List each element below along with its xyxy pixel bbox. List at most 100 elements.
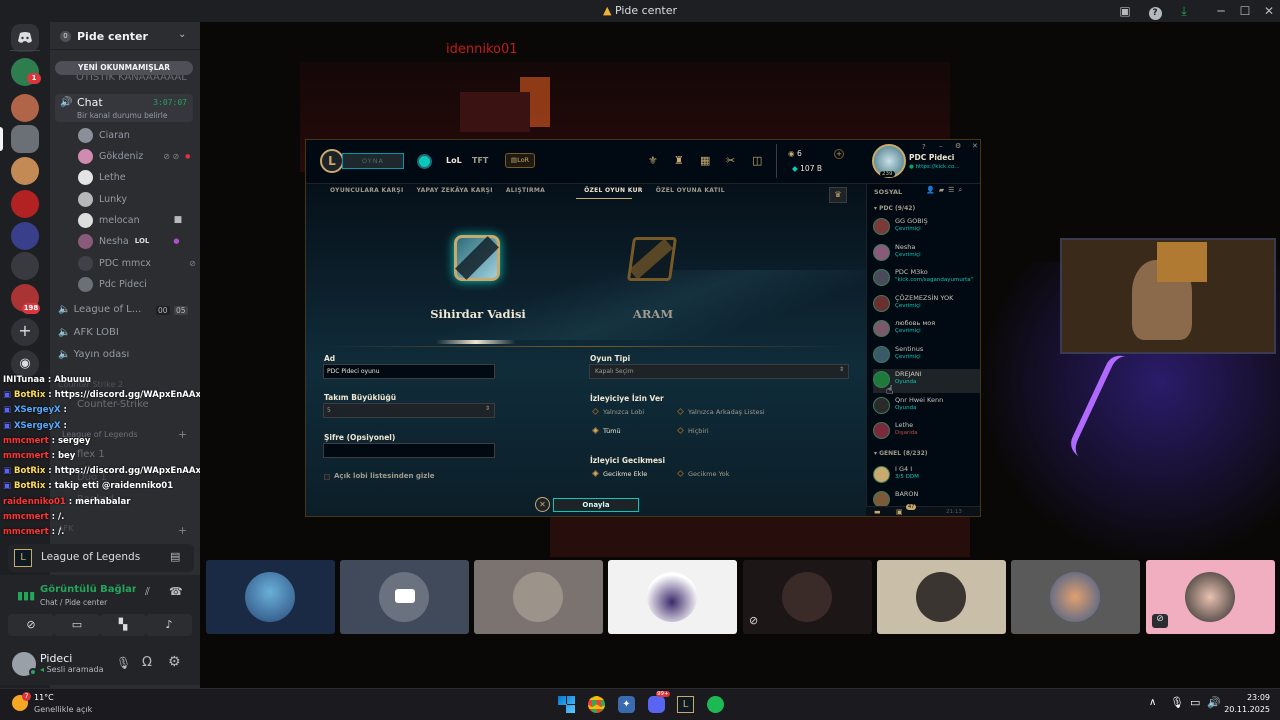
voice-member[interactable]: Gökdeniz ⊘ ⊘ ● bbox=[78, 147, 190, 165]
friend-item[interactable]: ÇÖZEMEZSİN YOK Çevrimiçi bbox=[873, 293, 980, 317]
temperature[interactable]: 11°C bbox=[34, 693, 54, 702]
map-name-aram[interactable]: ARAM bbox=[616, 307, 690, 321]
inbox-icon[interactable]: ▣ bbox=[1116, 3, 1134, 19]
camera-off-button[interactable]: ⊘ bbox=[8, 614, 54, 636]
friend-item[interactable]: Qnr Hwei Kenn Oyunda bbox=[873, 395, 980, 419]
cancel-x-button[interactable]: ✕ bbox=[535, 497, 550, 512]
app-icon[interactable]: ✦ bbox=[618, 696, 635, 713]
lol-tab[interactable]: ALIŞTIRMA bbox=[506, 187, 545, 199]
chrome-icon[interactable] bbox=[588, 696, 605, 713]
voice-status[interactable]: Bir kanal durumu belirle bbox=[77, 111, 167, 120]
server-icon-7[interactable] bbox=[11, 252, 39, 280]
unread-banner[interactable]: YENİ OKUNMAMIŞLAR bbox=[55, 61, 193, 75]
voice-channel-league[interactable]: 🔈 League of L... bbox=[58, 304, 192, 322]
voice-member[interactable]: Lethe bbox=[78, 168, 126, 186]
team-size-select[interactable]: 5 ⇕ bbox=[323, 403, 495, 418]
trophy-icon[interactable]: ♛ bbox=[829, 187, 847, 203]
help-icon[interactable]: ? bbox=[922, 143, 926, 151]
social-group-pdc[interactable]: ▾ PDC (9/42) bbox=[874, 205, 915, 212]
video-tile[interactable] bbox=[1011, 560, 1140, 634]
store-icon[interactable]: ◫ bbox=[752, 154, 762, 167]
nav-lol[interactable]: LoL bbox=[446, 156, 462, 165]
rp-balance[interactable]: ◉ 6 bbox=[788, 149, 802, 158]
windows-start-icon[interactable] bbox=[558, 696, 575, 713]
crafting-icon[interactable]: ✂ bbox=[726, 154, 735, 167]
spectate-option[interactable]: Yalnızca Arkadaş Listesi bbox=[676, 407, 765, 416]
delay-option-selected[interactable]: Gecikme Ekle bbox=[591, 469, 647, 478]
close-icon[interactable]: ✕ bbox=[1260, 3, 1278, 19]
hide-lobby-checkbox[interactable] bbox=[324, 474, 330, 480]
voice-channel-afk[interactable]: 🔈 AFK LOBİ bbox=[58, 327, 192, 345]
video-tile[interactable] bbox=[474, 560, 603, 634]
video-tile[interactable]: ⊘ bbox=[1146, 560, 1275, 634]
maximize-icon[interactable]: ☐ bbox=[1236, 3, 1254, 19]
voice-member[interactable]: melocan ■ bbox=[78, 211, 182, 229]
friend-item[interactable]: PDC M3ko "kick.com/sagandayumurta" bbox=[873, 267, 980, 291]
soundboard-button[interactable]: ♪ bbox=[146, 614, 192, 636]
microphone-tray-icon[interactable]: 🎙 bbox=[1170, 696, 1184, 709]
close-icon[interactable]: ✕ bbox=[972, 142, 978, 150]
activity-panel[interactable]: L League of Legends ▤ bbox=[8, 544, 194, 572]
video-tile[interactable] bbox=[608, 560, 737, 634]
minimize-icon[interactable]: – bbox=[939, 142, 943, 150]
server-icon-2[interactable] bbox=[11, 94, 39, 122]
map-name-rift[interactable]: Sihirdar Vadisi bbox=[429, 307, 527, 321]
lol-tab[interactable]: OYUNCULARA KARŞI bbox=[330, 187, 404, 199]
password-input[interactable] bbox=[323, 443, 495, 458]
download-icon[interactable]: ⤓ bbox=[1175, 3, 1193, 19]
tray-chevron-icon[interactable]: ∧ bbox=[1149, 697, 1156, 708]
voice-channel-yayin[interactable]: 🔈 Yayın odası bbox=[58, 349, 192, 367]
video-tile[interactable] bbox=[206, 560, 335, 634]
mission-icon[interactable]: ▣ bbox=[896, 508, 903, 516]
friend-item[interactable]: Nesha Çevrimiçi bbox=[873, 242, 980, 266]
video-tile[interactable] bbox=[340, 560, 469, 634]
spectate-option[interactable]: Hiçbiri bbox=[676, 426, 709, 435]
voice-member[interactable]: Nesha LOL ● bbox=[78, 232, 179, 250]
noise-suppression-icon[interactable]: ⫽ bbox=[145, 585, 150, 599]
be-balance[interactable]: ◆ 107 B bbox=[792, 164, 822, 173]
confirm-button[interactable]: Onayla bbox=[553, 498, 639, 512]
lol-tab[interactable]: ÖZEL OYUNA KATIL bbox=[656, 187, 725, 199]
collection-icon[interactable]: ♜ bbox=[674, 154, 684, 167]
friend-item[interactable]: I G4 I 3/5 DDM bbox=[873, 464, 980, 488]
social-group-general[interactable]: ▾ GENEL (8/232) bbox=[874, 450, 928, 457]
league-taskbar-icon[interactable]: L bbox=[677, 696, 694, 713]
voice-member[interactable]: Lunky bbox=[78, 190, 127, 208]
weather-text[interactable]: Genellikle açık bbox=[34, 705, 92, 714]
voice-connection-channel[interactable]: Chat / Pide center bbox=[40, 598, 107, 607]
friend-item[interactable]: GG GOBIŞ Çevrimiçi bbox=[873, 216, 980, 240]
help-icon[interactable]: ? bbox=[1146, 3, 1164, 20]
server-icon-6[interactable] bbox=[11, 222, 39, 250]
friend-item[interactable]: Sentinus Çevrimiçi bbox=[873, 344, 980, 368]
network-icon[interactable]: ▭ bbox=[1190, 696, 1200, 709]
server-icon-pide-center[interactable] bbox=[11, 125, 39, 153]
voice-member[interactable]: Pdc Pideci bbox=[78, 275, 147, 293]
video-tile[interactable]: ⊘ bbox=[743, 560, 872, 634]
buy-rp-icon[interactable]: + bbox=[834, 149, 844, 159]
microphone-icon[interactable]: 🎙 bbox=[116, 656, 131, 670]
clock-date[interactable]: 20.11.2025 bbox=[1220, 705, 1270, 714]
clock-time[interactable]: 23:09 bbox=[1228, 693, 1270, 702]
headphones-icon[interactable]: Ω bbox=[142, 655, 152, 670]
settings-gear-icon[interactable]: ⚙ bbox=[168, 654, 181, 670]
spectate-option[interactable]: Yalnızca Lobi bbox=[591, 407, 644, 416]
friend-item[interactable]: Lethe Dışarıda bbox=[873, 420, 980, 444]
lobby-name-input[interactable]: PDC Pideci oyunu bbox=[323, 364, 495, 379]
server-icon-5[interactable] bbox=[11, 190, 39, 218]
summoners-rift-icon[interactable] bbox=[454, 235, 500, 281]
volume-icon[interactable]: 🔊 bbox=[1207, 696, 1221, 709]
spotify-icon[interactable] bbox=[707, 696, 724, 713]
video-tile[interactable] bbox=[877, 560, 1006, 634]
discord-taskbar-icon[interactable] bbox=[648, 696, 665, 713]
activity-menu-icon[interactable]: ▤ bbox=[170, 550, 180, 563]
add-server-icon[interactable]: + bbox=[11, 318, 39, 346]
screen-share-button[interactable]: ▭ bbox=[54, 614, 100, 636]
play-button[interactable]: OYNA bbox=[342, 153, 404, 169]
nav-tft[interactable]: TFT bbox=[472, 156, 488, 165]
delay-option[interactable]: Gecikme Yok bbox=[676, 469, 729, 478]
loot-icon[interactable]: ▦ bbox=[700, 154, 710, 167]
lol-tab[interactable]: YAPAY ZEKÂYA KARŞI bbox=[417, 187, 493, 199]
activities-button[interactable]: ▚ bbox=[100, 614, 146, 636]
minimize-icon[interactable]: ─ bbox=[1212, 3, 1230, 19]
voice-channel-chat[interactable]: 🔊 Chat 3:07:07 Bir kanal durumu belirle bbox=[55, 94, 193, 122]
